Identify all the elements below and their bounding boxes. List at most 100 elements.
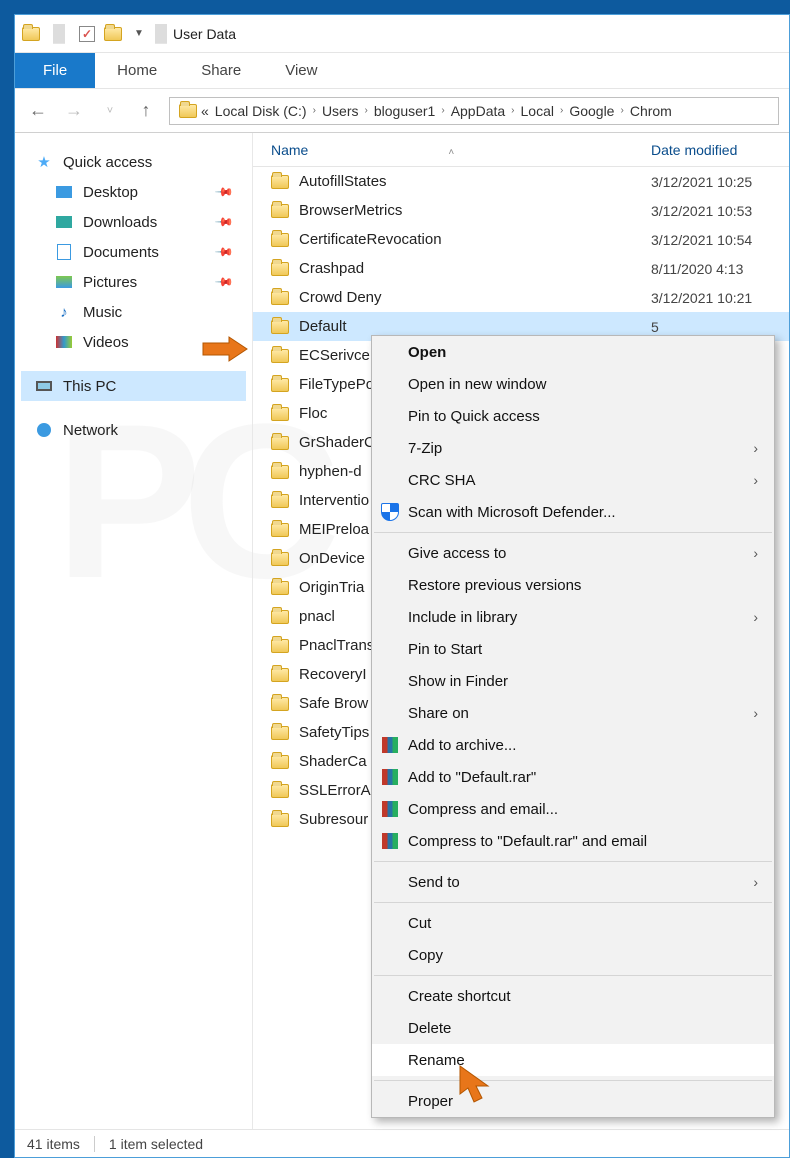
chevron-right-icon: › (617, 105, 626, 116)
tab-home[interactable]: Home (95, 53, 179, 88)
cm-rename[interactable]: Rename (372, 1044, 774, 1076)
cm-defender[interactable]: Scan with Microsoft Defender... (372, 496, 774, 528)
cm-show-finder[interactable]: Show in Finder (372, 665, 774, 697)
nav-recent-icon[interactable]: ˅ (97, 98, 123, 124)
breadcrumb[interactable]: bloguser1 (371, 103, 439, 119)
cm-add-default-rar[interactable]: Add to "Default.rar" (372, 761, 774, 793)
chevron-right-icon: › (557, 105, 566, 116)
file-name: Subresour (299, 811, 368, 828)
sidebar-item-label: Music (83, 304, 122, 321)
chevron-right-icon: › (508, 105, 517, 116)
network-icon (35, 421, 53, 439)
cm-copy[interactable]: Copy (372, 939, 774, 971)
sidebar-item[interactable]: ♪ Music (21, 297, 246, 327)
file-row[interactable]: Crowd Deny3/12/2021 10:21 (253, 283, 789, 312)
sidebar-item[interactable]: Downloads📌 (21, 207, 246, 237)
cm-add-archive[interactable]: Add to archive... (372, 729, 774, 761)
sidebar-item[interactable]: Pictures📌 (21, 267, 246, 297)
folder-icon (271, 349, 289, 363)
breadcrumb[interactable]: Chrom (627, 103, 675, 119)
sidebar-item[interactable]: Documents📌 (21, 237, 246, 267)
file-date: 3/12/2021 10:21 (651, 290, 752, 306)
folder-icon (271, 581, 289, 595)
cm-include-library[interactable]: Include in library› (372, 601, 774, 633)
cm-delete[interactable]: Delete (372, 1012, 774, 1044)
cm-open-new-window[interactable]: Open in new window (372, 368, 774, 400)
address-bar[interactable]: « Local Disk (C:)› Users› bloguser1› App… (169, 97, 779, 125)
file-date: 3/12/2021 10:53 (651, 203, 752, 219)
pc-icon (35, 377, 53, 395)
sidebar-quick-access[interactable]: ★ Quick access (21, 147, 246, 177)
cm-7zip[interactable]: 7-Zip› (372, 432, 774, 464)
qat-dropdown-icon[interactable]: ▼ (129, 24, 149, 44)
sidebar-label: Network (63, 422, 118, 439)
titlebar: ✓ ▼ User Data (15, 15, 789, 53)
cm-restore-versions[interactable]: Restore previous versions (372, 569, 774, 601)
qat-newfolder-icon[interactable] (103, 24, 123, 44)
file-name: PnaclTrans (299, 637, 374, 654)
breadcrumb[interactable]: Local Disk (C:) (212, 103, 310, 119)
cm-pin-quick-access[interactable]: Pin to Quick access (372, 400, 774, 432)
cm-compress-default-email[interactable]: Compress to "Default.rar" and email (372, 825, 774, 857)
file-name: Default (299, 318, 347, 335)
star-icon: ★ (35, 153, 53, 171)
folder-icon (271, 755, 289, 769)
col-date[interactable]: Date modified (651, 142, 737, 158)
file-row[interactable]: BrowserMetrics3/12/2021 10:53 (253, 196, 789, 225)
folder-type-icon (55, 273, 73, 291)
status-count: 41 items (27, 1136, 80, 1152)
folder-type-icon: ♪ (55, 303, 73, 321)
nav-up-icon[interactable]: ↑ (133, 98, 159, 124)
breadcrumb[interactable]: Users (319, 103, 362, 119)
breadcrumb[interactable]: Google (566, 103, 617, 119)
status-bar: 41 items 1 item selected (15, 1129, 789, 1157)
cm-pin-start[interactable]: Pin to Start (372, 633, 774, 665)
breadcrumb[interactable]: Local (518, 103, 557, 119)
cm-share-on[interactable]: Share on› (372, 697, 774, 729)
chevron-right-icon: › (362, 105, 371, 116)
file-name: OnDevice (299, 550, 365, 567)
tab-file[interactable]: File (15, 53, 95, 88)
cm-crc-sha[interactable]: CRC SHA› (372, 464, 774, 496)
annotation-cursor-icon (454, 1064, 498, 1108)
cm-separator (374, 532, 772, 533)
cm-give-access[interactable]: Give access to› (372, 537, 774, 569)
tab-view[interactable]: View (263, 53, 339, 88)
app-folder-icon (21, 24, 41, 44)
archive-icon (380, 831, 400, 851)
tab-share[interactable]: Share (179, 53, 263, 88)
folder-icon (271, 436, 289, 450)
cm-properties[interactable]: Proper (372, 1085, 774, 1117)
sidebar-network[interactable]: Network (21, 415, 246, 445)
pin-icon: 📌 (214, 182, 234, 202)
file-row[interactable]: AutofillStates3/12/2021 10:25 (253, 167, 789, 196)
chevron-right-icon: › (310, 105, 319, 116)
window-title: User Data (173, 26, 236, 42)
file-date: 5 (651, 319, 659, 335)
file-name: Crashpad (299, 260, 364, 277)
folder-icon (271, 639, 289, 653)
sidebar-this-pc[interactable]: This PC (21, 371, 246, 401)
qat-properties-icon[interactable]: ✓ (77, 24, 97, 44)
file-name: OriginTria (299, 579, 364, 596)
cm-compress-email[interactable]: Compress and email... (372, 793, 774, 825)
nav-forward-icon[interactable]: → (61, 98, 87, 124)
cm-cut[interactable]: Cut (372, 907, 774, 939)
folder-icon (271, 523, 289, 537)
file-name: SafetyTips (299, 724, 369, 741)
folder-icon (271, 378, 289, 392)
file-row[interactable]: Crashpad8/11/2020 4:13 (253, 254, 789, 283)
folder-icon (271, 697, 289, 711)
cm-create-shortcut[interactable]: Create shortcut (372, 980, 774, 1012)
col-name[interactable]: Name˄ (271, 142, 651, 158)
file-date: 3/12/2021 10:54 (651, 232, 752, 248)
sidebar-item[interactable]: Desktop📌 (21, 177, 246, 207)
chevron-right-icon: › (753, 705, 758, 721)
shield-icon (380, 502, 400, 522)
nav-back-icon[interactable]: ← (25, 98, 51, 124)
cm-open[interactable]: Open (372, 336, 774, 368)
file-row[interactable]: CertificateRevocation3/12/2021 10:54 (253, 225, 789, 254)
navbar: ← → ˅ ↑ « Local Disk (C:)› Users› blogus… (15, 89, 789, 133)
cm-send-to[interactable]: Send to› (372, 866, 774, 898)
breadcrumb[interactable]: AppData (448, 103, 508, 119)
